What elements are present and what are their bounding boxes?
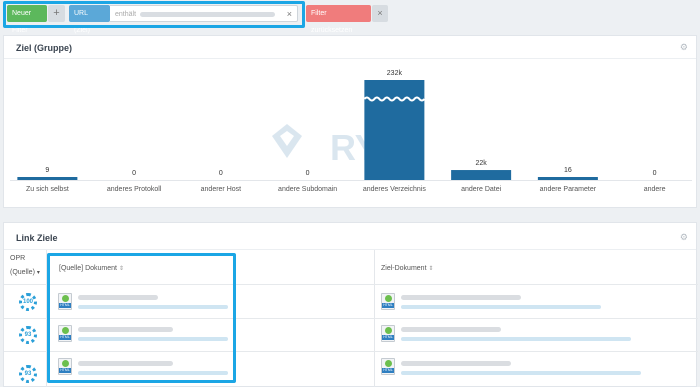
data-label: 0 bbox=[219, 170, 223, 177]
x-tick-label: anderes Protokoll bbox=[107, 186, 162, 193]
target-url-blurred[interactable] bbox=[401, 305, 601, 309]
column-header-opr-line1: OPR bbox=[10, 255, 26, 262]
column-header-target[interactable]: Ziel-Dokument ⇕ bbox=[381, 265, 434, 272]
html-document-icon: HTML bbox=[381, 358, 395, 375]
chart-bar bbox=[17, 177, 78, 180]
target-title-blurred bbox=[401, 361, 511, 366]
filter-bar: Neuer Filter + URL (Ziel) enthält × Filt… bbox=[0, 0, 700, 34]
data-label: 16 bbox=[564, 167, 572, 174]
x-tick-label: andere Parameter bbox=[540, 186, 597, 193]
x-tick-label: anderes Verzeichnis bbox=[363, 186, 427, 193]
data-label: 0 bbox=[306, 170, 310, 177]
html-document-icon: HTML bbox=[381, 293, 395, 310]
column-header-opr[interactable]: OPR (Quelle) ▾ bbox=[10, 255, 40, 276]
table-panel-title: Link Ziele bbox=[16, 233, 58, 243]
column-header-opr-line2: (Quelle) bbox=[10, 269, 35, 276]
target-url-blurred[interactable] bbox=[401, 337, 631, 341]
watermark-heart-icon bbox=[272, 124, 302, 158]
chart-bar bbox=[364, 80, 425, 180]
bar-chart: RYTE9Zu sich selbst0anderes Protokoll0an… bbox=[10, 70, 692, 193]
x-tick-label: andere Subdomain bbox=[278, 186, 337, 193]
sort-desc-icon[interactable]: ▾ bbox=[37, 270, 40, 276]
x-tick-label: andere Datei bbox=[461, 186, 502, 193]
target-url-blurred[interactable] bbox=[401, 371, 641, 375]
source-column-highlight-box bbox=[47, 253, 236, 383]
data-label: 232k bbox=[387, 70, 403, 77]
x-tick-label: anderer Host bbox=[201, 186, 242, 193]
target-title-blurred bbox=[401, 295, 521, 300]
reset-filter-button[interactable]: Filter zurücksetzen bbox=[306, 5, 371, 34]
chart-bar bbox=[537, 177, 598, 180]
data-label: 0 bbox=[132, 170, 136, 177]
opr-badge: 93 bbox=[19, 365, 37, 383]
reset-filter-close-icon[interactable]: × bbox=[372, 5, 388, 22]
data-label: 0 bbox=[653, 170, 657, 177]
opr-badge: 100 bbox=[19, 293, 37, 311]
sort-icon[interactable]: ⇕ bbox=[428, 266, 433, 272]
opr-badge: 93 bbox=[19, 326, 37, 344]
divider bbox=[4, 249, 696, 250]
filter-highlight-box bbox=[3, 1, 305, 28]
x-tick-label: andere bbox=[644, 186, 666, 193]
chart-bar bbox=[451, 170, 512, 180]
column-header-target-label: Ziel-Dokument bbox=[381, 265, 427, 272]
data-label: 22k bbox=[475, 160, 487, 167]
gear-icon[interactable]: ⚙ bbox=[680, 232, 688, 243]
chart-panel: Ziel (Gruppe) ⚙ RYTE9Zu sich selbst0ande… bbox=[3, 35, 697, 208]
x-tick-label: Zu sich selbst bbox=[26, 186, 69, 193]
target-title-blurred bbox=[401, 327, 501, 332]
html-document-icon: HTML bbox=[381, 325, 395, 342]
data-label: 9 bbox=[45, 167, 49, 174]
